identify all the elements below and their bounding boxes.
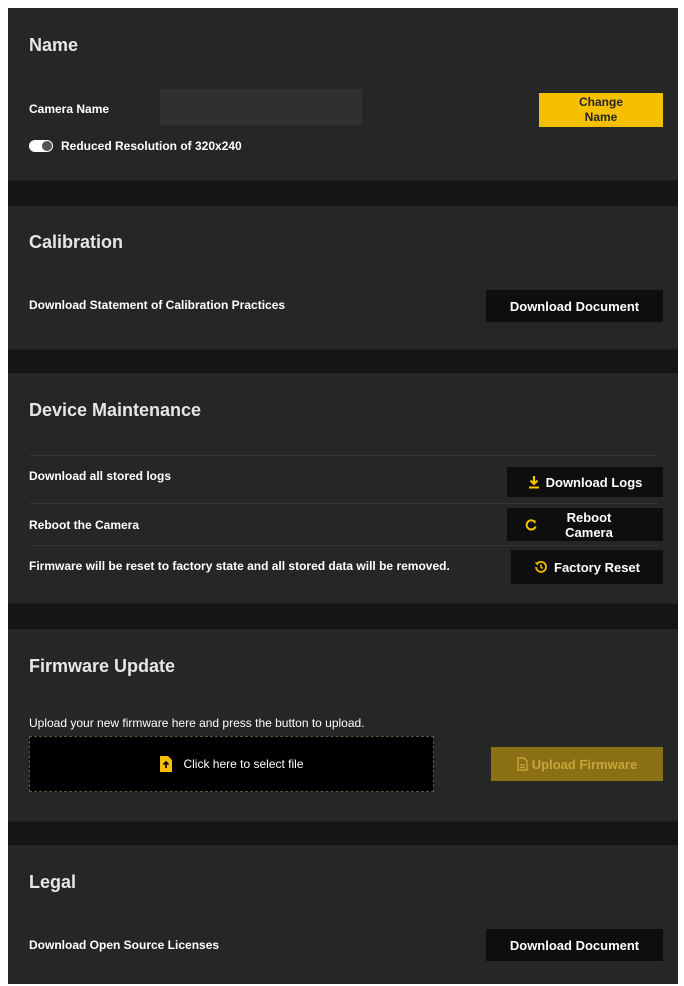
open-source-licenses-label: Download Open Source Licenses — [29, 938, 220, 952]
calibration-section: Calibration Download Statement of Calibr… — [8, 206, 678, 350]
reboot-camera-label: Reboot the Camera — [29, 518, 140, 532]
factory-reset-button-label: Factory Reset — [554, 559, 640, 575]
settings-page: Name Camera Name Change Name Reduced Res… — [8, 8, 678, 984]
file-icon — [517, 757, 528, 771]
section-title-legal: Legal — [29, 872, 77, 892]
firmware-update-section: Firmware Update Upload your new firmware… — [8, 629, 678, 822]
dropzone-label: Click here to select file — [183, 757, 304, 771]
refresh-icon — [525, 518, 537, 531]
file-upload-icon — [159, 755, 173, 773]
firmware-instruction-text: Upload your new firmware here and press … — [29, 716, 365, 730]
name-section: Name Camera Name Change Name Reduced Res… — [8, 8, 678, 181]
toggle-knob — [42, 141, 52, 151]
reset-icon — [534, 560, 548, 574]
download-icon — [528, 475, 540, 489]
change-name-button[interactable]: Change Name — [539, 93, 663, 127]
row-divider — [29, 455, 657, 456]
section-title-firmware-update: Firmware Update — [29, 656, 176, 676]
firmware-file-dropzone[interactable]: Click here to select file — [29, 736, 434, 792]
section-title-name: Name — [29, 35, 79, 55]
download-logs-label: Download all stored logs — [29, 469, 172, 483]
download-logs-button-label: Download Logs — [545, 474, 643, 490]
download-logs-button[interactable]: Download Logs — [507, 467, 663, 497]
reduced-resolution-label: Reduced Resolution of 320x240 — [61, 139, 242, 153]
row-divider — [29, 545, 657, 546]
camera-name-input[interactable] — [160, 89, 362, 125]
factory-reset-button[interactable]: Factory Reset — [511, 550, 663, 584]
reduced-resolution-toggle[interactable] — [29, 140, 53, 152]
upload-firmware-button[interactable]: Upload Firmware — [491, 747, 663, 781]
upload-firmware-button-label: Upload Firmware — [531, 756, 638, 772]
calibration-statement-label: Download Statement of Calibration Practi… — [29, 298, 286, 312]
download-licenses-button[interactable]: Download Document — [486, 929, 663, 961]
download-licenses-button-label: Download Document — [509, 937, 640, 953]
change-name-button-label: Change Name — [578, 95, 623, 124]
camera-name-label: Camera Name — [29, 102, 110, 116]
device-maintenance-section: Device Maintenance Download all stored l… — [8, 373, 678, 604]
legal-section: Legal Download Open Source Licenses Down… — [8, 845, 678, 984]
row-divider — [29, 503, 657, 504]
reboot-camera-button[interactable]: Reboot Camera — [507, 508, 663, 541]
factory-reset-label: Firmware will be reset to factory state … — [29, 559, 450, 573]
section-title-calibration: Calibration — [29, 232, 124, 252]
section-title-device-maintenance: Device Maintenance — [29, 400, 202, 420]
reboot-camera-button-label: Reboot Camera — [565, 509, 613, 540]
download-calibration-document-button[interactable]: Download Document — [486, 290, 663, 322]
download-calibration-document-label: Download Document — [509, 298, 640, 314]
